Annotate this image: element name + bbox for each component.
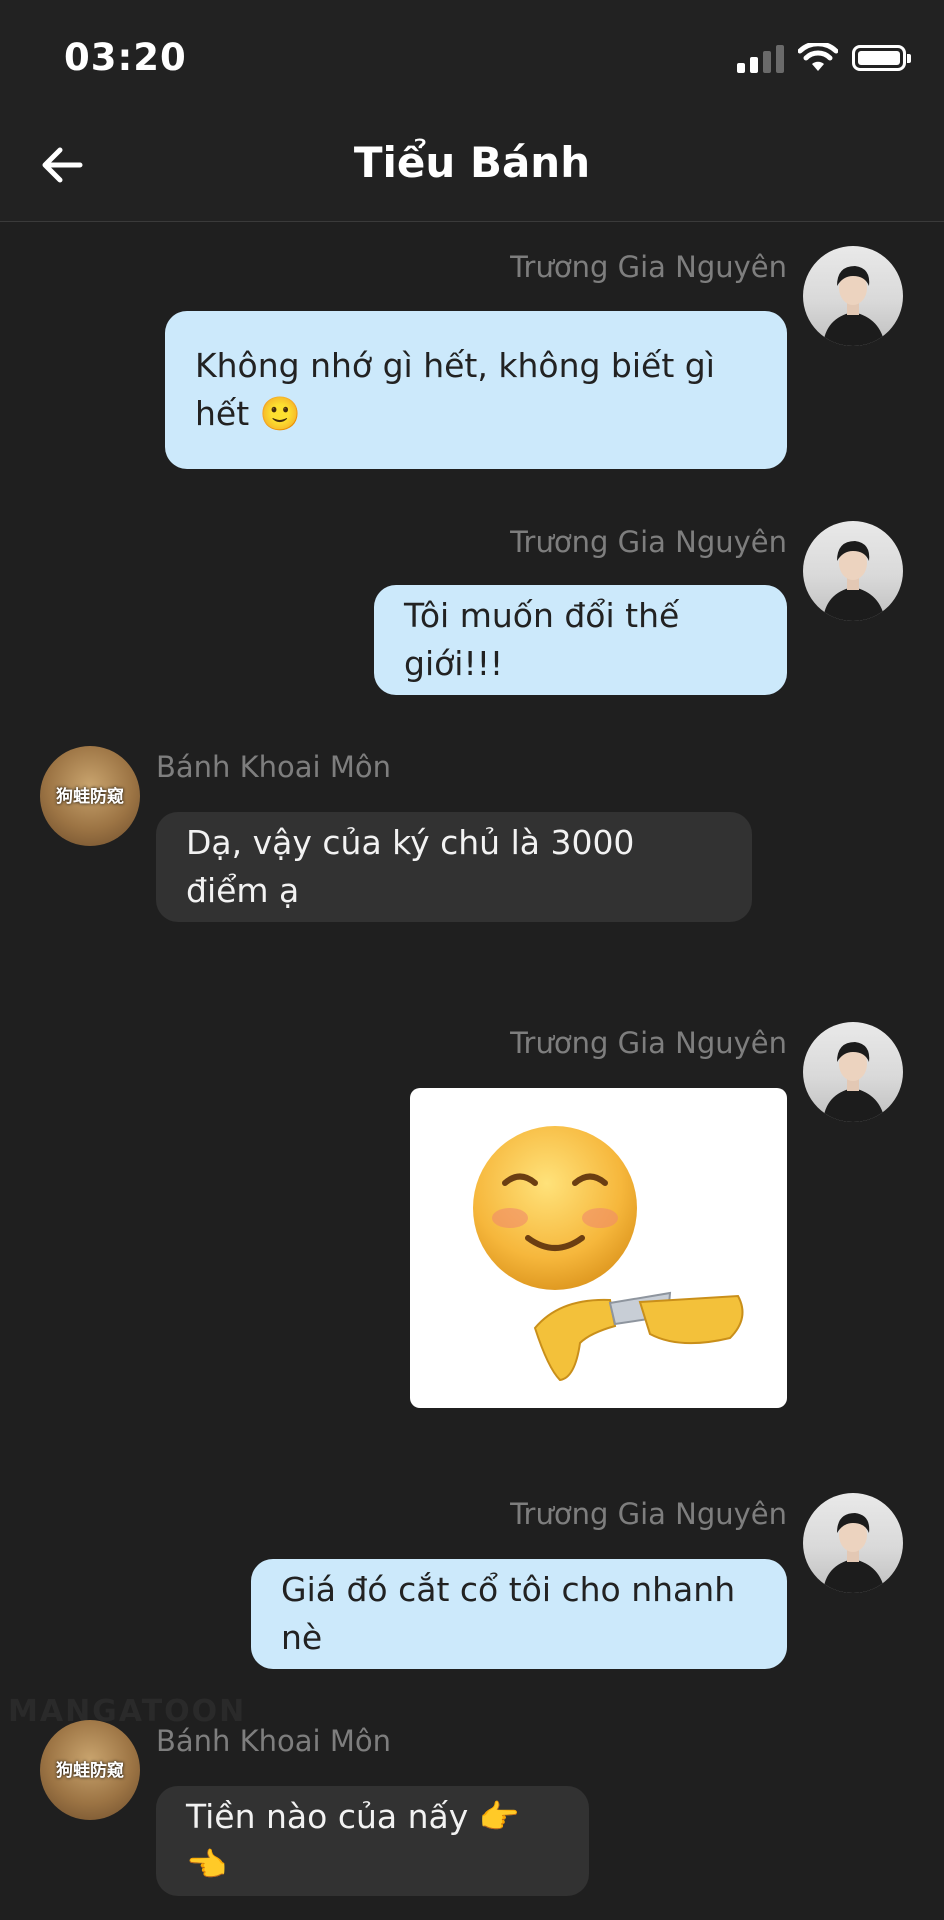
sender-name: Bánh Khoai Môn bbox=[156, 750, 391, 784]
sender-name: Trương Gia Nguyên bbox=[510, 525, 787, 559]
avatar[interactable] bbox=[803, 246, 903, 346]
sender-name: Trương Gia Nguyên bbox=[510, 1497, 787, 1531]
sender-name: Trương Gia Nguyên bbox=[510, 250, 787, 284]
person-avatar-icon bbox=[823, 1513, 885, 1593]
avatar[interactable]: 狗蛙防窥 bbox=[40, 1720, 140, 1820]
avatar[interactable] bbox=[803, 1022, 903, 1122]
chat-title: Tiểu Bánh bbox=[353, 138, 591, 187]
status-icons bbox=[737, 40, 911, 76]
avatar-text: 狗蛙防窥 bbox=[56, 1761, 124, 1781]
signal-icon bbox=[737, 43, 784, 73]
wifi-icon bbox=[798, 43, 838, 71]
avatar[interactable] bbox=[803, 1493, 903, 1593]
status-bar: 03:20 bbox=[0, 0, 944, 110]
smiling-face-knife-icon bbox=[473, 1126, 744, 1382]
sender-name: Trương Gia Nguyên bbox=[510, 1026, 787, 1060]
chat-header: Tiểu Bánh bbox=[0, 110, 944, 222]
message-bubble[interactable]: Tiền nào của nấy 👉👈 bbox=[156, 1786, 589, 1896]
status-time: 03:20 bbox=[64, 36, 187, 79]
avatar[interactable]: 狗蛙防窥 bbox=[40, 746, 140, 846]
person-avatar-icon bbox=[823, 266, 885, 346]
message-bubble[interactable]: Giá đó cắt cổ tôi cho nhanh nè bbox=[251, 1559, 787, 1669]
sticker-image[interactable] bbox=[410, 1088, 787, 1408]
person-avatar-icon bbox=[823, 1042, 885, 1122]
avatar-text: 狗蛙防窥 bbox=[56, 787, 124, 807]
sender-name: Bánh Khoai Môn bbox=[156, 1724, 391, 1758]
battery-icon bbox=[852, 45, 911, 71]
message-bubble[interactable]: Không nhớ gì hết, không biết gì hết 🙂 bbox=[165, 311, 787, 469]
message-bubble[interactable]: Tôi muốn đổi thế giới!!! bbox=[374, 585, 787, 695]
person-avatar-icon bbox=[823, 541, 885, 621]
avatar[interactable] bbox=[803, 521, 903, 621]
message-bubble[interactable]: Dạ, vậy của ký chủ là 3000 điểm ạ bbox=[156, 812, 752, 922]
